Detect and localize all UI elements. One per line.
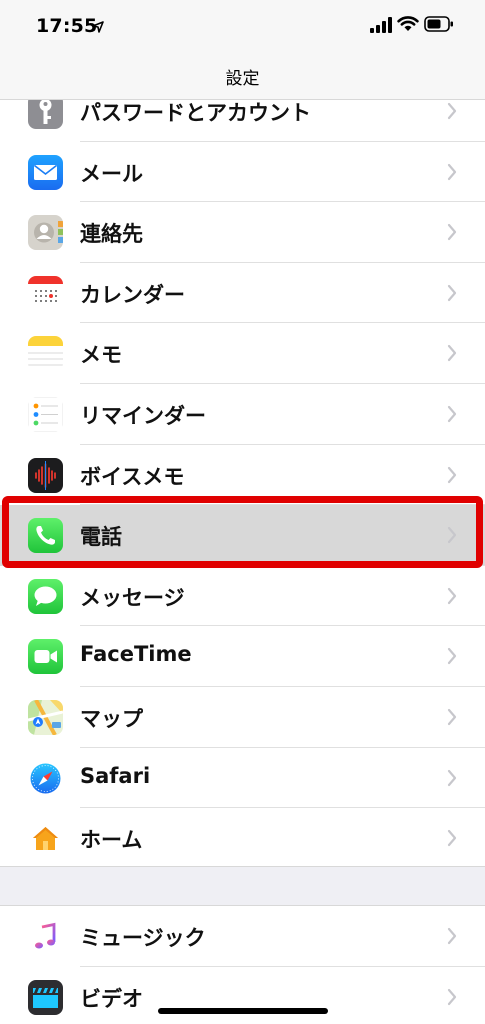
status-time: 17:55 [36,15,98,37]
chevron-right-icon [447,769,457,791]
chevron-right-icon [447,284,457,306]
settings-item-label: カレンダー [80,282,185,307]
video-icon [28,979,63,1015]
settings-item-reminders[interactable]: リマインダー [0,383,485,445]
settings-item-label: パスワードとアカウント [80,101,311,125]
settings-item-label: Safari [80,763,151,788]
home-indicator[interactable] [158,1008,328,1014]
settings-screen: 17:55 パスワードとアカウント メール 連絡先 カレンダー メモ リマインダ… [0,0,485,1024]
settings-item-notes[interactable]: メモ [0,323,485,384]
settings-item-label: メール [80,161,143,186]
voice-memo-icon [28,457,63,493]
settings-item-mail[interactable]: メール [0,141,485,203]
settings-item-label: リマインダー [80,403,206,428]
settings-item-phone[interactable]: 電話 [0,505,485,566]
chevron-right-icon [447,223,457,245]
navigation-bar: 設定 [0,52,485,100]
group-separator [0,866,485,906]
settings-item-safari[interactable]: Safari [0,747,485,809]
settings-item-label: マップ [80,706,143,731]
settings-item-voice-memos[interactable]: ボイスメモ [0,444,485,506]
reminders-icon [28,396,63,432]
settings-item-music[interactable]: ミュージック [0,906,485,967]
chevron-right-icon [447,647,457,669]
settings-item-label: ミュージック [80,926,206,950]
chevron-right-icon [447,466,457,488]
settings-item-facetime[interactable]: FaceTime [0,626,485,687]
phone-icon [28,518,63,554]
notes-icon [28,336,63,372]
messages-icon [28,578,63,614]
settings-item-video[interactable]: ビデオ [0,966,485,1024]
media-settings-list: ミュージック ビデオ [0,906,485,1024]
facetime-icon [28,639,63,675]
chevron-right-icon [447,405,457,427]
settings-item-label: メモ [80,343,122,368]
wifi-icon [397,15,419,37]
mail-icon [28,154,63,190]
settings-item-label: 電話 [80,525,122,550]
settings-item-label: 連絡先 [80,222,143,247]
contacts-icon [28,215,63,251]
signal-icon [370,17,392,37]
chevron-right-icon [447,708,457,730]
settings-item-messages[interactable]: メッセージ [0,565,485,627]
chevron-right-icon [447,988,457,1010]
chevron-right-icon [447,829,457,851]
settings-item-label: ボイスメモ [80,464,185,489]
chevron-right-icon [447,344,457,366]
settings-item-contacts[interactable]: 連絡先 [0,202,485,263]
settings-item-label: ビデオ [80,986,143,1011]
page-title: 設定 [225,69,260,89]
settings-item-label: ホーム [80,828,143,853]
home-icon [28,821,63,857]
status-bar: 17:55 [0,0,485,52]
maps-icon [28,699,63,735]
chevron-right-icon [447,102,457,124]
settings-list: パスワードとアカウント メール 連絡先 カレンダー メモ リマインダー ボイスメ… [0,81,485,869]
settings-item-label: FaceTime [80,642,192,667]
calendar-icon [28,275,63,311]
settings-item-maps[interactable]: マップ [0,686,485,748]
settings-item-label: メッセージ [80,585,185,610]
music-icon [28,919,63,954]
safari-icon [28,760,63,796]
chevron-right-icon [447,927,457,949]
chevron-right-icon [447,587,457,609]
settings-item-home[interactable]: ホーム [0,808,485,869]
settings-item-calendar[interactable]: カレンダー [0,262,485,324]
chevron-right-icon [447,526,457,548]
battery-icon [424,16,454,36]
location-arrow-icon [92,18,104,37]
chevron-right-icon [447,163,457,185]
